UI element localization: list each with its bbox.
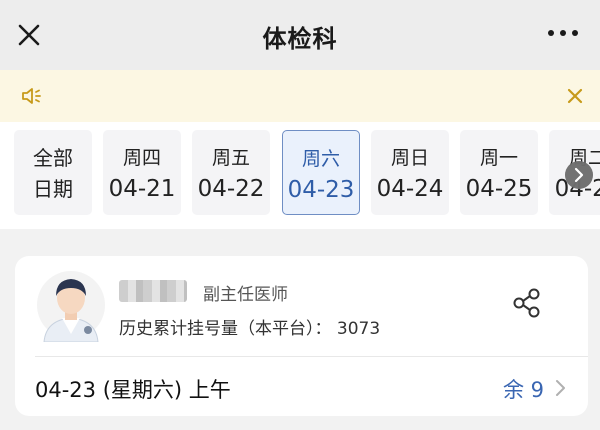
remaining-slots[interactable]: 余 9 <box>503 374 544 404</box>
divider <box>35 356 588 357</box>
doctor-title: 副主任医师 <box>203 285 288 305</box>
history-count-text: 历史累计挂号量（本平台）： 3073 <box>119 314 380 339</box>
date-tab-week: 周五 <box>211 147 250 169</box>
more-options-icon[interactable] <box>548 30 578 36</box>
chevron-right-icon[interactable] <box>565 161 593 189</box>
date-tab-0423[interactable]: 周六 04-23 <box>282 130 360 215</box>
top-nav-bar: 体检科 <box>0 0 600 70</box>
date-tab-date: 04-24 <box>376 176 444 202</box>
date-tab-week: 周六 <box>301 148 340 170</box>
date-tab-0424[interactable]: 周日 04-24 <box>371 130 449 215</box>
date-tab-0422[interactable]: 周五 04-22 <box>192 130 270 215</box>
date-selector: 全部 日期 周四 04-21 周五 04-22 周六 04-23 周日 04-2… <box>0 122 600 229</box>
date-tab-week: 全部 <box>33 146 73 170</box>
doctor-name-redacted <box>119 280 187 302</box>
history-label: 历史累计挂号量（本平台）： <box>119 319 332 339</box>
date-tab-date: 04-25 <box>465 176 533 202</box>
slot-date: 04-23 (星期六) 上午 <box>35 378 231 402</box>
doctor-avatar <box>37 271 105 342</box>
share-icon[interactable] <box>510 286 544 320</box>
date-tab-date: 日期 <box>33 177 73 201</box>
date-tab-0425[interactable]: 周一 04-25 <box>460 130 538 215</box>
page-title: 体检科 <box>262 25 338 53</box>
chevron-right-icon[interactable] <box>554 377 568 399</box>
date-tab-week: 周一 <box>479 147 518 169</box>
notice-close-icon[interactable] <box>562 83 588 109</box>
date-tab-week: 周日 <box>390 147 429 169</box>
history-count: 3073 <box>336 319 381 339</box>
date-tab-date: 04-22 <box>197 176 265 202</box>
date-tab-date: 04-21 <box>108 176 176 202</box>
date-tab-date: 04-23 <box>287 177 355 203</box>
speaker-icon <box>22 88 41 104</box>
notice-banner <box>0 70 600 122</box>
date-tab-0421[interactable]: 周四 04-21 <box>103 130 181 215</box>
date-tab-week: 周四 <box>122 147 161 169</box>
doctor-card[interactable]: 副主任医师 历史累计挂号量（本平台）： 3073 04-23 (星期六) 上午 … <box>15 256 588 416</box>
date-tab-all[interactable]: 全部 日期 <box>14 130 92 215</box>
